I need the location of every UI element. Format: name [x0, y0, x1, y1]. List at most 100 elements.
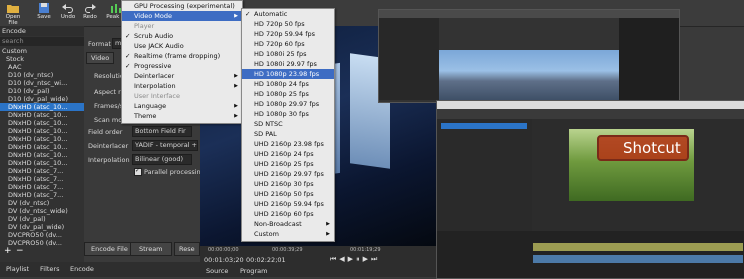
preset-item[interactable]: DVCPRO50 (dv... [0, 231, 84, 239]
parallel-processing-checkbox[interactable]: ✓ [134, 167, 142, 176]
menu-item[interactable]: Video Mode ▶ [122, 11, 242, 21]
transport-controls[interactable]: ⏮◀▶⏸▶⏭ [330, 255, 380, 264]
window-properties-panel [379, 18, 439, 100]
interpolation-select[interactable]: Bilinear (good) [132, 154, 192, 165]
preset-item[interactable]: DNxHD (atsc_7... [0, 167, 84, 175]
preset-item[interactable]: DNxHD (atsc_10... [0, 135, 84, 143]
menu-item-label: Custom [254, 230, 279, 238]
menu-item[interactable]: ✓ Scrub Audio [122, 31, 242, 41]
menu-item[interactable]: Non-Broadcast ▶ [242, 219, 334, 229]
save-button[interactable]: Save [34, 2, 54, 24]
preset-item[interactable]: DNxHD (atsc_10... [0, 103, 84, 111]
menu-item[interactable]: UHD 2160p 23.98 fps [242, 139, 334, 149]
preset-item[interactable]: DNxHD (atsc_10... [0, 151, 84, 159]
tab-program[interactable]: Program [240, 267, 267, 275]
menu-item[interactable]: UHD 2160p 59.94 fps [242, 199, 334, 209]
preset-item[interactable]: DV (dv_ntsc) [0, 199, 84, 207]
menu-item[interactable]: HD 720p 50 fps [242, 19, 334, 29]
menu-item-label: SD PAL [254, 130, 277, 138]
timeline-clip [533, 255, 743, 263]
shotcut-logo-overlay: Shotcut [597, 135, 689, 161]
undo-icon [62, 4, 73, 13]
menu-item[interactable]: HD 1080p 30 fps [242, 109, 334, 119]
preset-item[interactable]: DNxHD (atsc_7... [0, 191, 84, 199]
tab-video[interactable]: Video [86, 52, 115, 64]
check-icon: ✓ [125, 52, 131, 60]
add-preset-button[interactable]: + [4, 246, 12, 256]
tab-source[interactable]: Source [206, 267, 228, 275]
preset-item[interactable]: D10 (dv_ntsc) [0, 71, 84, 79]
preset-item[interactable]: Custom [0, 47, 84, 55]
stream-button[interactable]: Stream [130, 242, 172, 256]
preset-item[interactable]: D10 (dv_ntsc_wi... [0, 79, 84, 87]
preset-item[interactable]: D10 (dv_pal_wide) [0, 95, 84, 103]
encode-file-button[interactable]: Encode File [84, 242, 135, 256]
current-timecode[interactable]: 00:01:03;20 [204, 256, 244, 264]
menu-item-label: HD 1080i 29.97 fps [254, 60, 317, 68]
menu-item[interactable]: UHD 2160p 25 fps [242, 159, 334, 169]
preset-search-input[interactable]: search [0, 37, 84, 46]
submenu-arrow-icon: ▶ [234, 113, 238, 119]
preset-item[interactable]: DNxHD (atsc_10... [0, 127, 84, 135]
menu-item[interactable]: Interpolation ▶ [122, 81, 242, 91]
preset-item[interactable]: DV (dv_pal) [0, 215, 84, 223]
check-icon: ✓ [135, 167, 141, 174]
timeline-clip [533, 243, 743, 251]
menu-item[interactable]: HD 1080p 23.98 fps [242, 69, 334, 79]
preset-item[interactable]: DV (dv_pal_wide) [0, 223, 84, 231]
preset-item[interactable]: DNxHD (atsc_10... [0, 111, 84, 119]
menu-item[interactable]: Language ▶ [122, 101, 242, 111]
deinterlacer-label: Deinterlacer [88, 142, 129, 150]
remove-preset-button[interactable]: − [16, 246, 24, 256]
menu-item[interactable]: UHD 2160p 29.97 fps [242, 169, 334, 179]
total-timecode: 00:02:22;01 [246, 256, 286, 264]
preset-item[interactable]: DVCPRO50 (dv... [0, 239, 84, 247]
open-file-button[interactable]: Open File [3, 2, 23, 26]
tab-filters[interactable]: Filters [40, 265, 59, 273]
menu-item[interactable]: Deinterlacer ▶ [122, 71, 242, 81]
format-label: Format [88, 40, 111, 48]
tab-playlist[interactable]: Playlist [6, 265, 29, 273]
preset-item[interactable]: DV (dv_ntsc_wide) [0, 207, 84, 215]
menu-item-label: UHD 2160p 29.97 fps [254, 170, 324, 178]
deinterlacer-select[interactable]: YADIF - temporal + [132, 140, 198, 151]
menu-item[interactable]: HD 1080p 29.97 fps [242, 99, 334, 109]
menu-item[interactable]: ✓ Progressive [122, 61, 242, 71]
menu-item[interactable]: ✓ Realtime (frame dropping) [122, 51, 242, 61]
menu-item[interactable]: HD 1080i 25 fps [242, 49, 334, 59]
preset-item[interactable]: Stock [0, 55, 84, 63]
menu-item[interactable]: UHD 2160p 24 fps [242, 149, 334, 159]
menu-item-label: UHD 2160p 50 fps [254, 190, 314, 198]
menu-item[interactable]: UHD 2160p 30 fps [242, 179, 334, 189]
menu-item[interactable]: UHD 2160p 50 fps [242, 189, 334, 199]
preset-item[interactable]: D10 (dv_pal) [0, 87, 84, 95]
preset-item[interactable]: DNxHD (atsc_10... [0, 143, 84, 151]
menu-item[interactable]: HD 720p 59.94 fps [242, 29, 334, 39]
menu-item[interactable]: GPU Processing (experimental) [122, 1, 242, 11]
preset-item[interactable]: AAC [0, 63, 84, 71]
menu-item[interactable]: Use JACK Audio [122, 41, 242, 51]
menu-item[interactable]: HD 720p 60 fps [242, 39, 334, 49]
field-order-select[interactable]: Bottom Field Fir [132, 126, 192, 137]
menu-item[interactable]: SD NTSC [242, 119, 334, 129]
tab-encode[interactable]: Encode [70, 265, 94, 273]
menu-item[interactable]: HD 1080i 29.97 fps [242, 59, 334, 69]
menu-item[interactable]: UHD 2160p 60 fps [242, 209, 334, 219]
save-icon [39, 3, 49, 13]
parallel-processing-label: Parallel processing [144, 168, 205, 176]
preset-item[interactable]: DNxHD (atsc_10... [0, 159, 84, 167]
menu-item[interactable]: HD 1080p 24 fps [242, 79, 334, 89]
ruler-start: 00:00:00;00 [208, 247, 239, 253]
preset-item[interactable]: DNxHD (atsc_10... [0, 119, 84, 127]
menu-item[interactable]: HD 1080p 25 fps [242, 89, 334, 99]
menu-item[interactable]: Theme ▶ [122, 111, 242, 121]
menu-item[interactable]: SD PAL [242, 129, 334, 139]
selected-filter [441, 123, 527, 129]
reset-button[interactable]: Rese [174, 242, 200, 256]
menu-item[interactable]: Custom ▶ [242, 229, 334, 239]
undo-button[interactable]: Undo [58, 2, 78, 24]
preset-item[interactable]: DNxHD (atsc_7... [0, 183, 84, 191]
menu-item[interactable]: ✓ Automatic [242, 9, 334, 19]
preset-item[interactable]: DNxHD (atsc_7... [0, 175, 84, 183]
redo-button[interactable]: Redo [80, 2, 100, 24]
